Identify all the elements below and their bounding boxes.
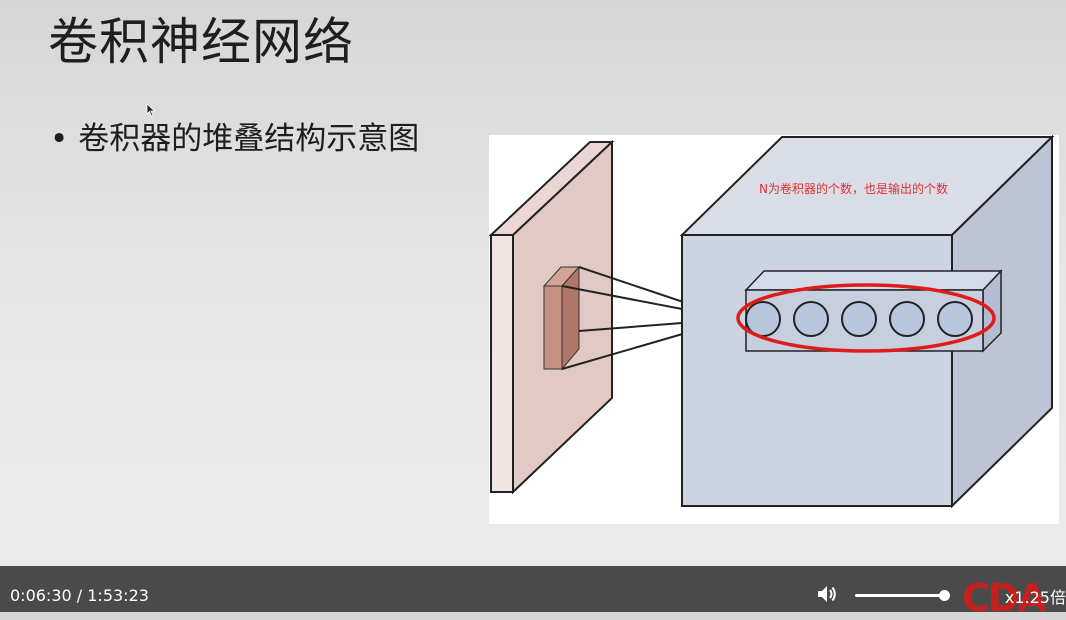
volume-track[interactable]	[855, 594, 947, 597]
neuron-3	[841, 301, 877, 337]
bullet-item: • 卷积器的堆叠结构示意图	[50, 113, 419, 158]
video-player-controls: 0:06:30 / 1:53:23 CDA x1.25倍	[0, 566, 1066, 620]
mouse-cursor-icon	[146, 103, 156, 117]
volume-icon[interactable]	[816, 584, 838, 604]
time-display: 0:06:30 / 1:53:23	[10, 586, 149, 605]
figure-annotation: N为卷积器的个数，也是输出的个数	[759, 182, 948, 196]
volume-slider-handle[interactable]	[939, 590, 950, 601]
neuron-5	[937, 301, 973, 337]
input-slab-front	[490, 234, 514, 493]
neuron-column-top	[744, 270, 1003, 291]
conv-stack-figure: N为卷积器的个数，也是输出的个数	[489, 135, 1059, 524]
receptive-field-front	[543, 285, 563, 370]
volume-slider[interactable]	[855, 590, 950, 601]
playback-speed-button[interactable]: x1.25倍	[1005, 584, 1066, 608]
slide: 卷积神经网络 • 卷积器的堆叠结构示意图 N为卷积器的个数，也是输出的个数	[0, 0, 1066, 566]
slide-title: 卷积神经网络	[48, 13, 354, 71]
bullet-marker: •	[50, 121, 69, 157]
neuron-4	[889, 301, 925, 337]
bullet-text: 卷积器的堆叠结构示意图	[78, 121, 420, 157]
neuron-2	[793, 301, 829, 337]
